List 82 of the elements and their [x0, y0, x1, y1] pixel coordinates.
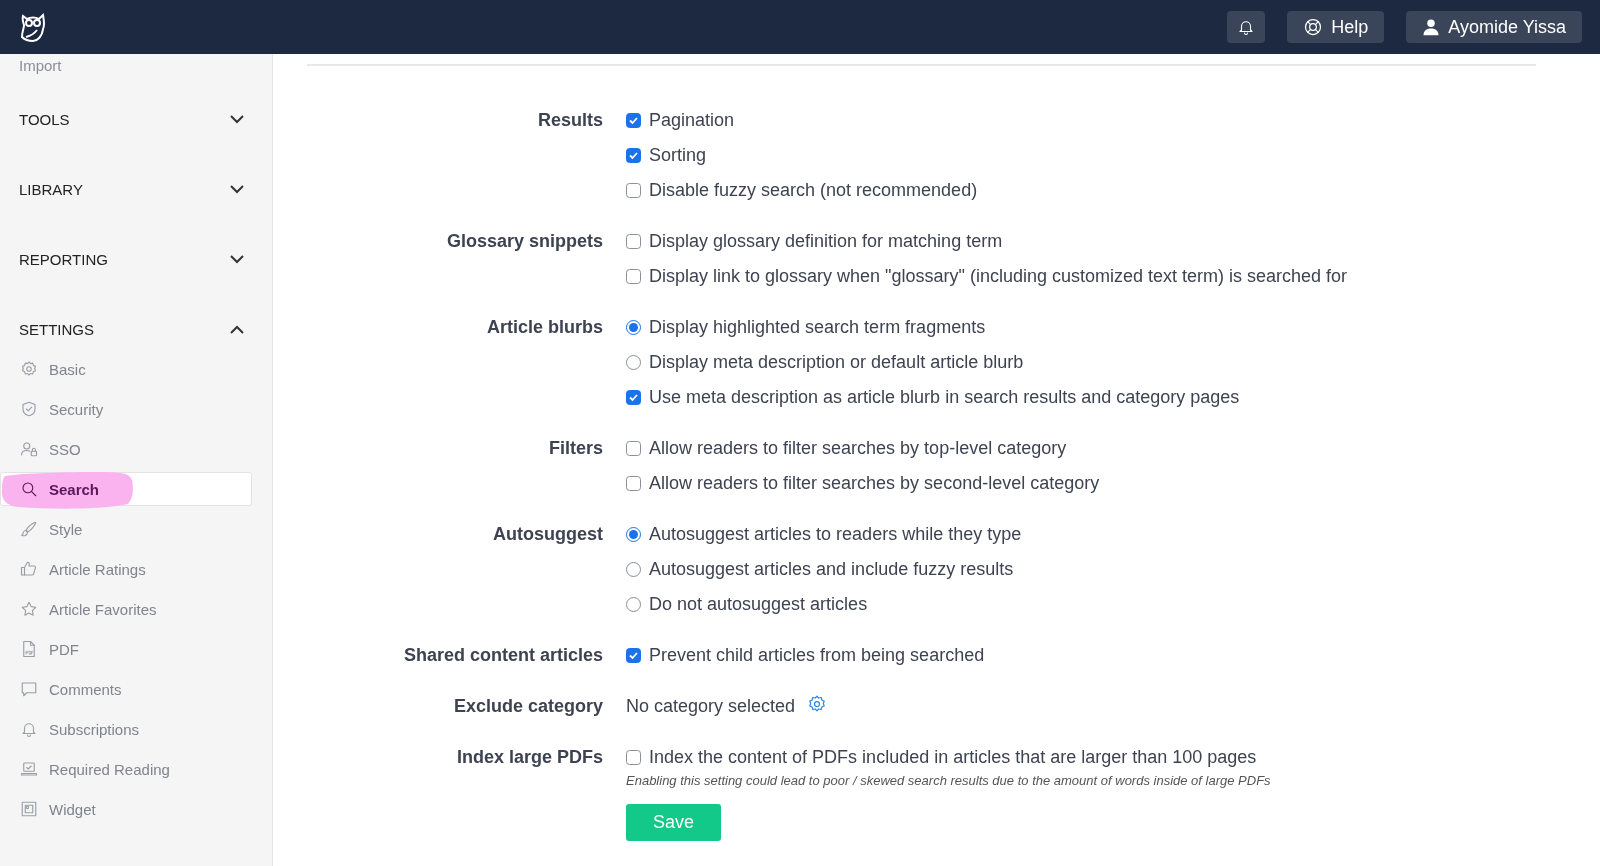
- laptop-check-icon: [20, 760, 38, 778]
- setting-label: Glossary snippets: [445, 230, 603, 253]
- help-button[interactable]: Help: [1287, 11, 1385, 43]
- option-label: Display meta description or default article blurb: [649, 352, 1024, 373]
- bell-icon: [1237, 18, 1256, 36]
- option-label: Display highlighted search term fragments: [649, 317, 986, 338]
- section-header[interactable]: TOOLS: [0, 99, 272, 139]
- option-label: Allow readers to filter searches by top-level category: [649, 438, 1067, 459]
- search-icon: [20, 480, 38, 498]
- category-value: No category selected: [626, 696, 796, 717]
- option-label: Display glossary definition for matching term: [649, 231, 1003, 252]
- section-header[interactable]: LIBRARY: [0, 169, 272, 209]
- sidebar-item[interactable]: SSO: [0, 432, 252, 466]
- option-label: Use meta description as article blurb in search results and category pages: [649, 387, 1240, 408]
- chevron-down-icon: [230, 184, 244, 194]
- radio-button[interactable]: [626, 597, 641, 612]
- sidebar-item[interactable]: Article Ratings: [0, 552, 252, 586]
- option-label: Do not autosuggest articles: [649, 594, 868, 615]
- gear-icon: [20, 360, 38, 378]
- option-label: Autosuggest articles to readers while they type: [649, 524, 1022, 545]
- chevron-up-icon: [230, 324, 244, 334]
- sidebar-item[interactable]: Basic: [0, 352, 252, 386]
- shield-icon: [20, 400, 38, 418]
- user-lock-icon: [20, 440, 38, 458]
- checkbox[interactable]: [626, 113, 641, 128]
- sidebar-item[interactable]: Import: [0, 54, 272, 74]
- checkbox[interactable]: [626, 648, 641, 663]
- sidebar-item[interactable]: Search: [0, 472, 252, 506]
- setting-label: Exclude category: [452, 695, 603, 718]
- save-button[interactable]: Save: [626, 804, 721, 841]
- sidebar-item[interactable]: PDF: [0, 632, 252, 666]
- checkbox[interactable]: [626, 234, 641, 249]
- widget-frame-icon: [20, 800, 38, 818]
- lifebuoy-icon: [1303, 17, 1324, 37]
- pdf-file-icon: [20, 640, 38, 658]
- sidebar-item[interactable]: Widget: [0, 792, 252, 826]
- star-icon: [20, 600, 38, 618]
- option-label: Sorting: [649, 145, 707, 166]
- user-menu-button[interactable]: Ayomide Yissa: [1406, 11, 1582, 43]
- checkbox[interactable]: [626, 750, 641, 765]
- checkbox[interactable]: [626, 441, 641, 456]
- option-label: Display link to glossary when "glossary" (including customized text term) is searched for: [649, 266, 1348, 287]
- checkbox[interactable]: [626, 183, 641, 198]
- setting-label: Autosuggest: [492, 523, 603, 546]
- gear-icon: [807, 694, 828, 714]
- chevron-down-icon: [230, 114, 244, 124]
- checkbox[interactable]: [626, 476, 641, 491]
- checkbox[interactable]: [626, 390, 641, 405]
- bell-icon: [20, 720, 38, 738]
- sidebar-item[interactable]: Security: [0, 392, 252, 426]
- checkbox[interactable]: [626, 269, 641, 284]
- person-icon: [1422, 18, 1441, 36]
- thumbs-up-icon: [20, 560, 38, 578]
- brush-icon: [20, 520, 38, 538]
- setting-label: Filters: [547, 437, 603, 460]
- option-label: Index the content of PDFs included in articles that are larger than 100 pages: [649, 747, 1257, 768]
- setting-note: Enabling this setting could lead to poor / skewed search results due to the amount of words inside of large PDFs: [626, 773, 1272, 788]
- setting-label: Article blurbs: [485, 316, 603, 339]
- setting-label: Shared content articles: [402, 644, 603, 667]
- owl-logo[interactable]: [18, 10, 48, 44]
- radio-button[interactable]: [626, 527, 641, 542]
- chevron-down-icon: [230, 254, 244, 264]
- checkbox[interactable]: [626, 148, 641, 163]
- section-header[interactable]: SETTINGS: [0, 309, 272, 349]
- option-label: Pagination: [649, 110, 735, 131]
- radio-button[interactable]: [626, 320, 641, 335]
- radio-button[interactable]: [626, 562, 641, 577]
- notifications-button[interactable]: [1227, 11, 1266, 43]
- option-label: Disable fuzzy search (not recommended): [649, 180, 978, 201]
- setting-label: Results: [536, 109, 603, 132]
- sidebar-item[interactable]: Subscriptions: [0, 712, 252, 746]
- speech-bubble-icon: [20, 680, 38, 698]
- option-label: Autosuggest articles and include fuzzy results: [649, 559, 1014, 580]
- sidebar-item[interactable]: Comments: [0, 672, 252, 706]
- radio-button[interactable]: [626, 355, 641, 370]
- sidebar-item[interactable]: Required Reading: [0, 752, 252, 786]
- option-label: Prevent child articles from being searched: [649, 645, 985, 666]
- sidebar-item[interactable]: Article Favorites: [0, 592, 252, 626]
- setting-label: Index large PDFs: [455, 746, 603, 769]
- sidebar-item[interactable]: Style: [0, 512, 252, 546]
- option-label: Allow readers to filter searches by second-level category: [649, 473, 1100, 494]
- section-header[interactable]: REPORTING: [0, 239, 272, 279]
